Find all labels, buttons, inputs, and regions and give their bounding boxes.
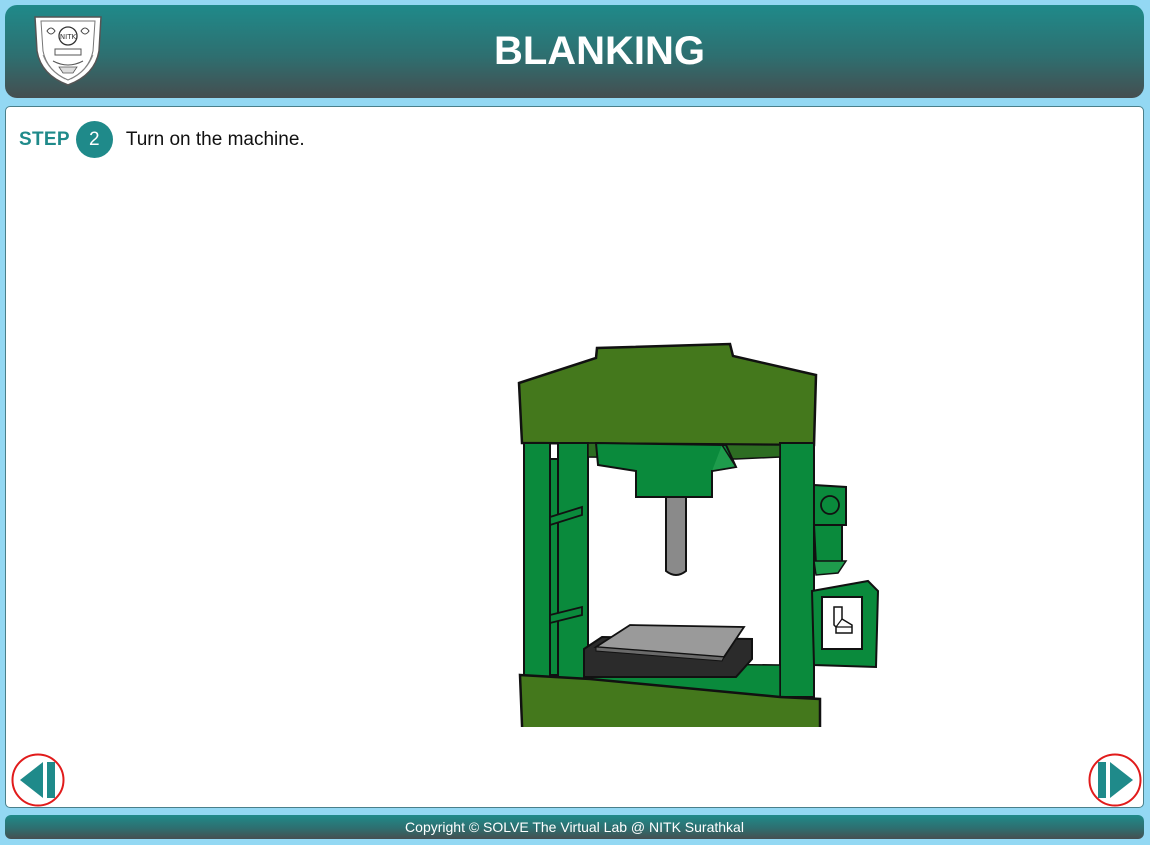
step-label: STEP bbox=[19, 128, 70, 150]
step-instruction: Turn on the machine. bbox=[125, 128, 305, 150]
step-indicator: STEP 2 Turn on the machine. bbox=[19, 121, 305, 158]
header-bar: NITK BLANKING bbox=[5, 5, 1144, 98]
step-number-badge: 2 bbox=[75, 121, 113, 158]
page-title: BLANKING bbox=[493, 29, 706, 73]
copyright-text: Copyright © SOLVE The Virtual Lab @ NITK… bbox=[405, 819, 744, 835]
previous-button[interactable] bbox=[11, 753, 65, 807]
content-panel: STEP 2 Turn on the machine. bbox=[5, 106, 1144, 808]
hydraulic-press-icon bbox=[517, 342, 880, 727]
next-button[interactable] bbox=[1088, 753, 1142, 807]
footer-bar: Copyright © SOLVE The Virtual Lab @ NITK… bbox=[5, 815, 1144, 839]
